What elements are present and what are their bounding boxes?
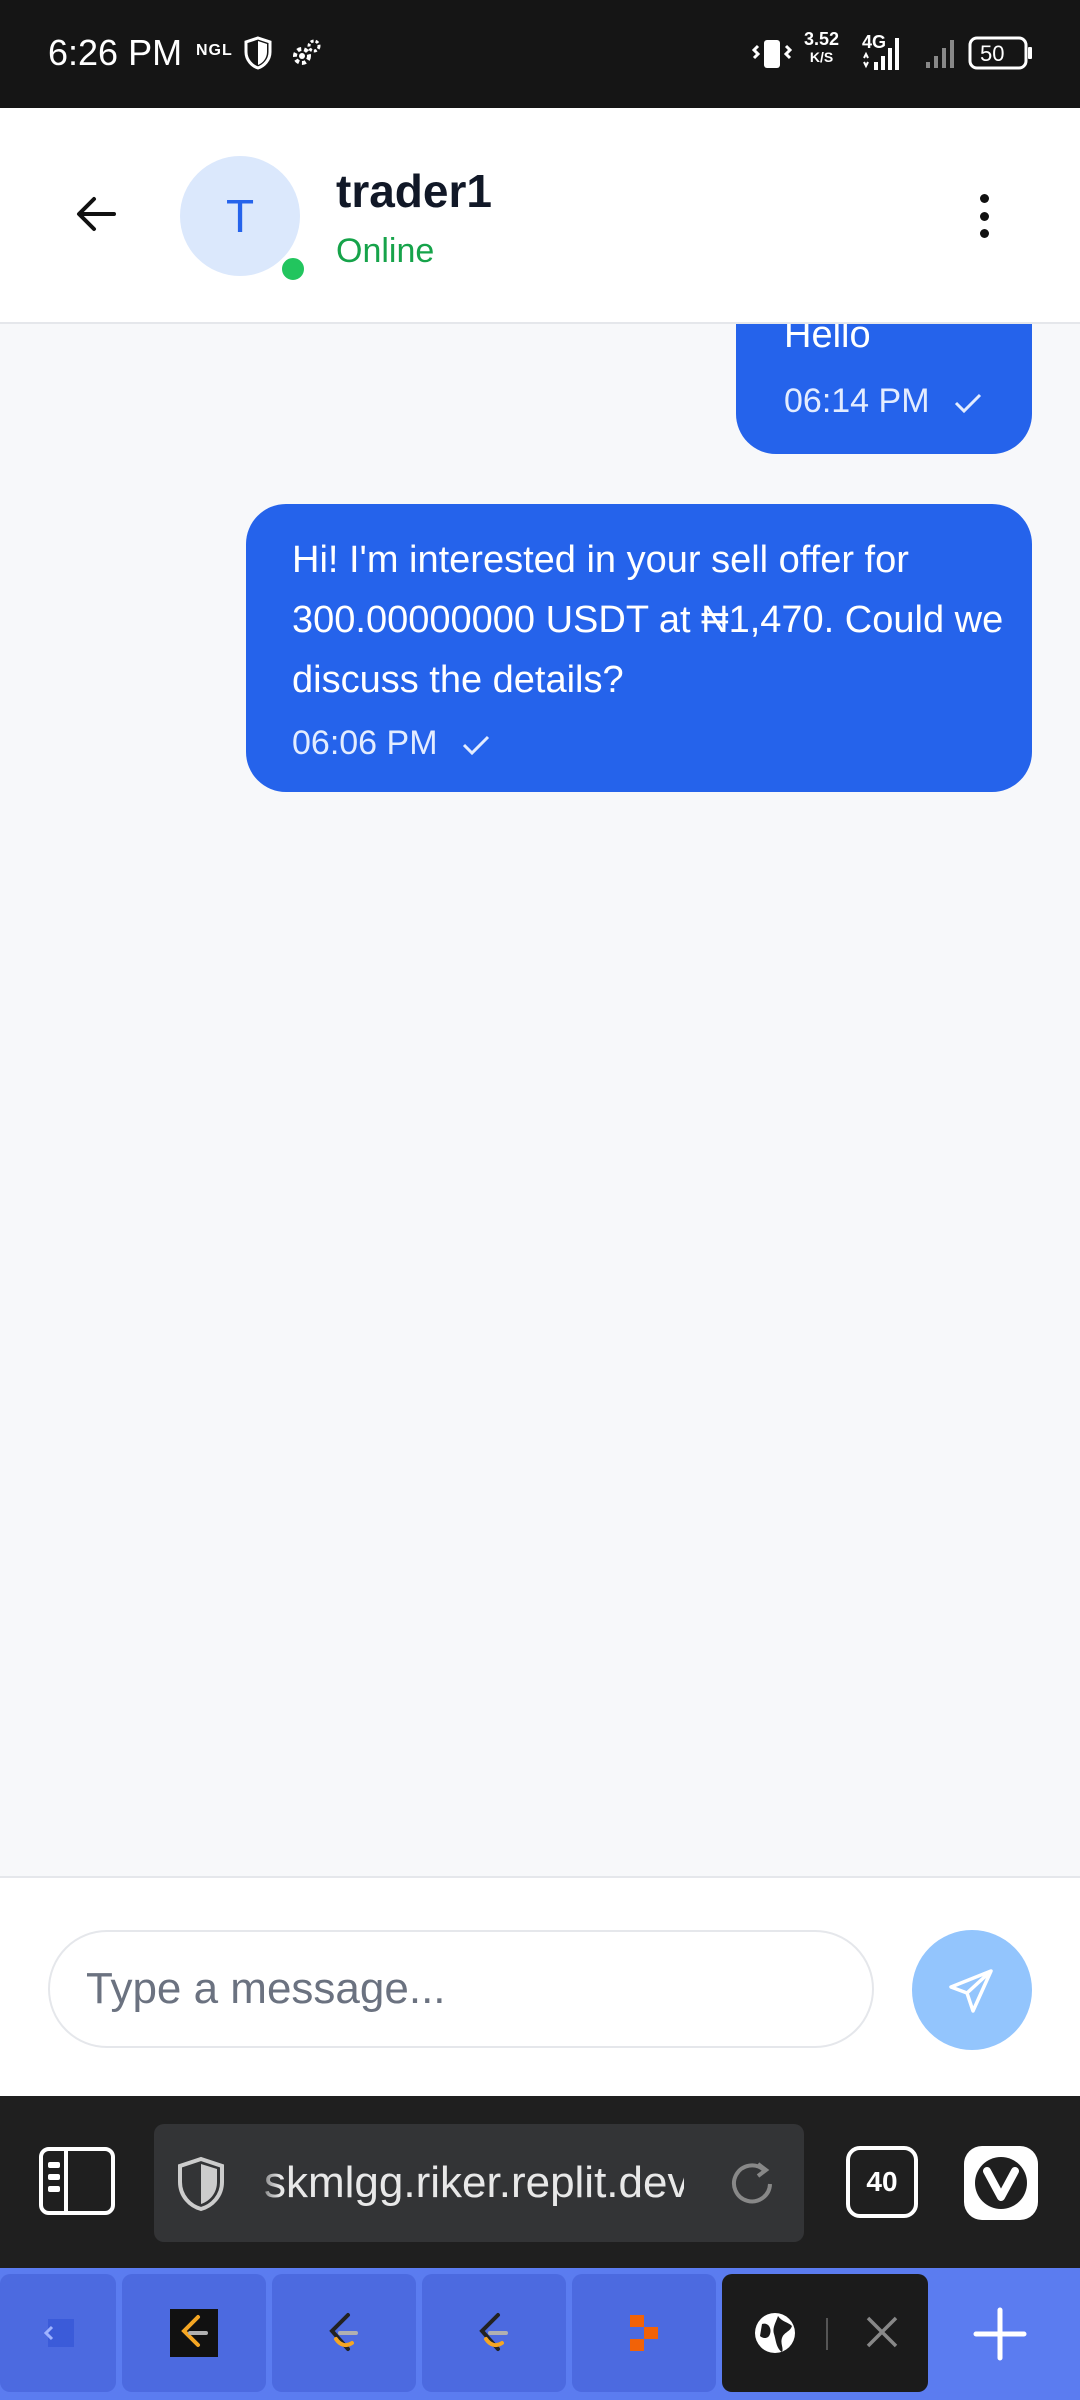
leetcode-icon bbox=[170, 2309, 218, 2357]
vibrate-icon bbox=[752, 40, 792, 68]
tab-item-active[interactable] bbox=[722, 2274, 928, 2392]
message-text: Hi! I'm interested in your sell offer fo… bbox=[292, 539, 1004, 701]
site-favicon-icon bbox=[43, 2319, 74, 2347]
message-bubble-outgoing[interactable]: Hi! I'm interested in your sell offer fo… bbox=[246, 504, 1032, 792]
vivaldi-logo-icon bbox=[975, 2157, 1027, 2209]
tab-item[interactable] bbox=[572, 2274, 716, 2392]
message-bubble-outgoing[interactable]: Hello 06:14 PM bbox=[736, 324, 1032, 454]
address-bar[interactable]: skmlgg.riker.replit.dev bbox=[154, 2124, 804, 2242]
leetcode-icon bbox=[479, 2313, 508, 2351]
close-icon[interactable] bbox=[864, 2314, 900, 2350]
avatar-initial: T bbox=[225, 190, 255, 242]
tab-item[interactable] bbox=[272, 2274, 416, 2392]
status-bar: 6:26 PM NGL 3.52 K/S 4G 50 bbox=[0, 0, 1080, 108]
check-icon bbox=[954, 393, 982, 414]
message-input[interactable] bbox=[48, 1930, 874, 2048]
tab-divider bbox=[826, 2318, 828, 2350]
reload-icon[interactable] bbox=[726, 2158, 778, 2210]
tab-item[interactable] bbox=[422, 2274, 566, 2392]
chat-header: T trader1 Online bbox=[0, 108, 1080, 324]
globe-icon bbox=[755, 2313, 795, 2353]
url-fade bbox=[250, 2144, 280, 2224]
signal-bars-secondary-icon bbox=[926, 40, 954, 68]
new-tab-button[interactable] bbox=[968, 2302, 1032, 2366]
browser-toolbar: skmlgg.riker.replit.dev 40 bbox=[0, 2096, 1080, 2268]
arrow-left-icon bbox=[77, 197, 116, 231]
tab-strip bbox=[0, 2268, 1080, 2400]
leetcode-icon bbox=[329, 2313, 358, 2351]
signal-4g: 4G bbox=[862, 32, 910, 72]
more-vertical-icon bbox=[979, 194, 989, 203]
message-timestamp: 06:14 PM bbox=[784, 382, 930, 420]
network-speed: 3.52 K/S bbox=[804, 30, 839, 66]
battery-indicator: 50 bbox=[968, 36, 1034, 70]
gear-icon bbox=[293, 39, 321, 65]
send-icon bbox=[949, 1969, 993, 2013]
message-time: 06:14 PM bbox=[784, 382, 983, 421]
vivaldi-menu-button[interactable] bbox=[964, 2146, 1038, 2220]
panel-toggle-icon[interactable] bbox=[38, 2146, 116, 2216]
url-text[interactable]: skmlgg.riker.replit.dev bbox=[264, 2158, 684, 2208]
contact-name[interactable]: trader1 bbox=[336, 164, 492, 218]
message-composer bbox=[0, 1876, 1080, 2096]
tab-item[interactable] bbox=[122, 2274, 266, 2392]
send-button[interactable] bbox=[912, 1930, 1032, 2050]
network-speed-value: 3.52 bbox=[804, 29, 840, 49]
message-text: Hello bbox=[784, 324, 871, 356]
signal-bars-icon bbox=[863, 38, 899, 70]
network-speed-unit: K/S bbox=[809, 49, 834, 65]
message-list[interactable]: Hello 06:14 PM Hi! I'm interested in you… bbox=[0, 324, 1080, 1876]
message-timestamp: 06:06 PM bbox=[292, 724, 438, 762]
status-time: 6:26 PM bbox=[48, 32, 183, 73]
shield-icon bbox=[244, 36, 272, 70]
tab-item[interactable] bbox=[0, 2274, 116, 2392]
more-options-button[interactable] bbox=[966, 188, 1002, 244]
ngl-label: NGL bbox=[196, 42, 233, 59]
shield-icon[interactable] bbox=[176, 2156, 226, 2212]
check-icon bbox=[462, 735, 490, 756]
back-button[interactable] bbox=[66, 184, 126, 244]
battery-level: 50 bbox=[980, 41, 1005, 66]
online-status-dot bbox=[278, 254, 308, 284]
message-time: 06:06 PM bbox=[292, 724, 491, 763]
contact-status: Online bbox=[336, 232, 435, 270]
tab-count-button[interactable]: 40 bbox=[846, 2146, 918, 2218]
replit-icon bbox=[630, 2315, 658, 2351]
